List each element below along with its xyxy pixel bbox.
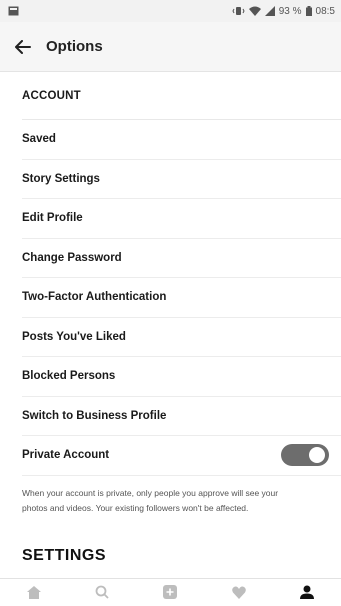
app-bar: Options	[0, 22, 341, 72]
option-label: Story Settings	[22, 172, 100, 185]
signal-icon	[264, 6, 275, 16]
clock: 08:5	[315, 5, 335, 17]
option-private-account[interactable]: Private Account	[22, 436, 341, 476]
option-label: Private Account	[22, 449, 110, 462]
option-label: Saved	[22, 133, 56, 146]
wifi-icon	[248, 6, 261, 16]
profile-icon	[299, 585, 314, 599]
status-bar: 93 % 08:5	[0, 0, 341, 22]
section-title: ACCOUNT	[22, 89, 81, 102]
option-label: Switch to Business Profile	[22, 409, 167, 422]
nav-profile[interactable]	[287, 579, 327, 606]
status-right: 93 % 08:5	[232, 6, 335, 17]
toggle-knob	[309, 447, 325, 464]
option-saved[interactable]: Saved	[22, 120, 341, 160]
option-label: Edit Profile	[22, 212, 83, 225]
notification-icon	[8, 6, 19, 16]
nav-search[interactable]	[82, 579, 122, 606]
options-list: ACCOUNT Saved Story Settings Edit Profil…	[0, 72, 341, 516]
option-story-settings[interactable]: Story Settings	[22, 160, 341, 199]
option-label: Posts You've Liked	[22, 330, 126, 343]
back-arrow-icon	[15, 39, 31, 54]
nav-add-post[interactable]	[150, 579, 190, 606]
option-change-password[interactable]: Change Password	[22, 239, 341, 278]
nav-activity[interactable]	[219, 579, 259, 606]
page-title: Options	[46, 38, 103, 55]
option-switch-business-profile[interactable]: Switch to Business Profile	[22, 397, 341, 436]
option-label: Change Password	[22, 251, 122, 264]
battery-icon	[305, 6, 312, 16]
add-post-icon	[163, 585, 178, 599]
bottom-nav	[0, 578, 341, 605]
private-account-help-text: When your account is private, only peopl…	[22, 487, 279, 513]
option-blocked-persons[interactable]: Blocked Persons	[22, 357, 341, 397]
private-account-toggle[interactable]	[281, 444, 329, 467]
nav-home[interactable]	[14, 579, 54, 606]
option-two-factor-authentication[interactable]: Two-Factor Authentication	[22, 278, 341, 318]
section-header-settings: SETTINGS	[22, 547, 107, 564]
option-edit-profile[interactable]: Edit Profile	[22, 199, 341, 239]
option-label: Two-Factor Authentication	[22, 291, 167, 304]
vibrate-icon	[232, 7, 245, 15]
back-button[interactable]	[0, 22, 46, 72]
option-label: Blocked Persons	[22, 370, 116, 383]
search-icon	[95, 585, 109, 599]
heart-icon	[231, 586, 246, 599]
status-left	[8, 6, 19, 16]
battery-percent: 93 %	[278, 5, 302, 17]
option-posts-liked[interactable]: Posts You've Liked	[22, 318, 341, 357]
section-header-account: ACCOUNT	[22, 72, 341, 120]
home-icon	[27, 585, 42, 599]
